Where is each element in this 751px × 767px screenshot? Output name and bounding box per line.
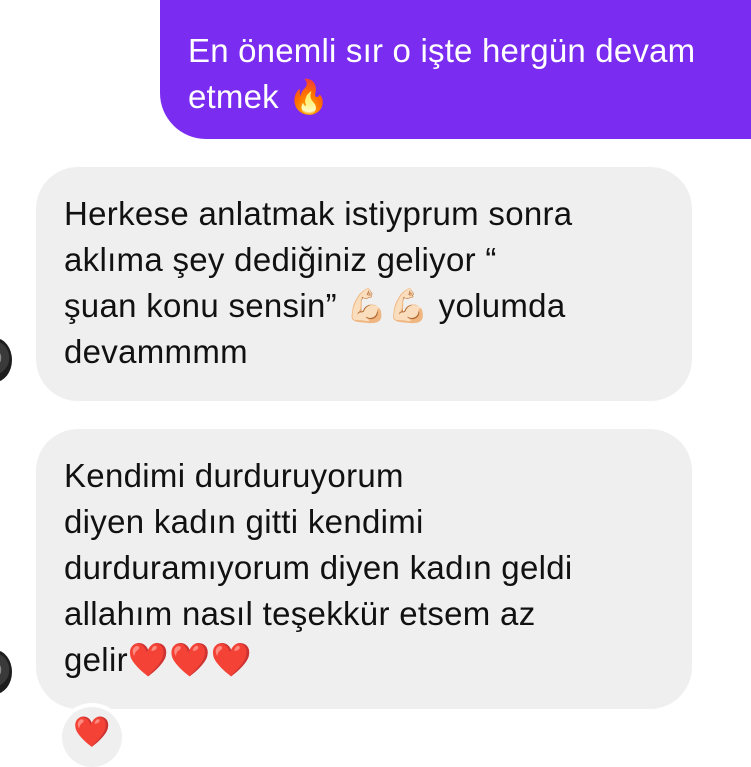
sender-avatar[interactable] (0, 650, 12, 694)
received-message-bubble[interactable]: Herkese anlatmak istiyprum sonra aklıma … (36, 167, 692, 401)
heart-reaction-badge[interactable]: ❤️ (62, 707, 122, 767)
sender-avatar[interactable] (0, 338, 12, 382)
sent-message-bubble[interactable]: En önemli sır o işte hergün devam etmek … (160, 0, 751, 139)
received-message-bubble[interactable]: Kendimi durduruyorum diyen kadın gitti k… (36, 429, 692, 709)
